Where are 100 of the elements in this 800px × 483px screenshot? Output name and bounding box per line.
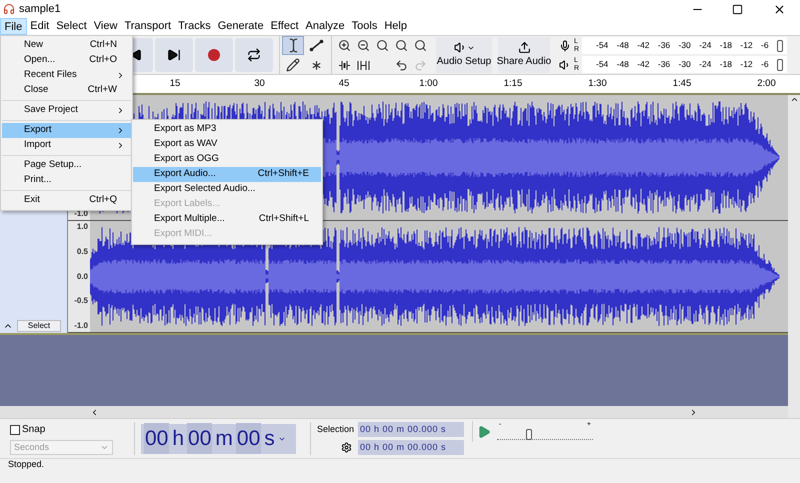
maximize-icon[interactable]: [732, 4, 743, 14]
close-icon[interactable]: [773, 2, 786, 16]
menu-entry[interactable]: Export Audio... Ctrl+Shift+E: [133, 167, 321, 182]
skip-to-end-button[interactable]: [155, 38, 193, 72]
menu-entry[interactable]: Open... Ctrl+O: [2, 53, 131, 68]
magnifier-icon: [376, 38, 389, 52]
meter-scale-label: -42: [637, 58, 650, 71]
horizontal-scrollbar[interactable]: [0, 406, 788, 418]
menu-entry[interactable]: Exit Ctrl+Q: [2, 193, 131, 208]
time-unit: m: [214, 426, 234, 452]
meter-slider-thumb[interactable]: [776, 40, 783, 52]
time-digits: 00: [187, 422, 212, 454]
menu-entry[interactable]: Save Project: [2, 103, 131, 118]
ruler-tick-label: 45: [338, 77, 350, 91]
selection-end-field[interactable]: 00 h 00 m 00.000 s: [358, 440, 464, 455]
menu-item[interactable]: Effect: [267, 18, 302, 35]
record-button[interactable]: [195, 38, 233, 72]
ruler-tick-label: 15: [170, 77, 180, 91]
time-unit: h: [171, 426, 186, 452]
select-tool-button[interactable]: [282, 36, 304, 54]
level-meter[interactable]: -54 -48 -42 -36 -30 -24 -18 -12 -6: [582, 56, 787, 73]
menu-entry[interactable]: Print...: [2, 173, 131, 188]
vertical-scrollbar[interactable]: [788, 95, 800, 418]
meter-scale-label: -24: [699, 58, 712, 71]
magnifier-icon: [395, 38, 408, 52]
speed-slider[interactable]: [497, 428, 593, 440]
scroll-right-icon[interactable]: [689, 408, 698, 416]
status-text: Stopped.: [8, 458, 44, 472]
silence-icon: [357, 60, 370, 70]
menu-item[interactable]: View: [90, 18, 121, 35]
ruler-tick-label: 30: [254, 77, 265, 91]
skip-forward-icon: [167, 48, 181, 62]
menu-entry[interactable]: Import: [2, 138, 131, 153]
meter-slider-thumb[interactable]: [776, 58, 783, 70]
menu-item[interactable]: Edit: [26, 18, 53, 35]
menu-entry[interactable]: Export Multiple... Ctrl+Shift+L: [133, 212, 321, 227]
loop-icon: [247, 48, 261, 62]
ruler-tick-label: 1:45: [672, 77, 692, 91]
menu-item[interactable]: File: [0, 18, 27, 35]
snap-checkbox[interactable]: [10, 424, 20, 434]
meter-scale-label: -36: [658, 58, 670, 71]
menu-item[interactable]: Select: [52, 18, 90, 35]
ruler-tick-label: 1:00: [419, 77, 438, 91]
meter-scale-label: -18: [720, 58, 732, 71]
menu-entry[interactable]: Close Ctrl+W: [2, 83, 131, 98]
meter-scale-label: -30: [678, 58, 691, 71]
undo-icon: [395, 58, 408, 72]
meter-scale-label: -6: [761, 58, 769, 71]
zoom-out-icon: [357, 38, 370, 52]
menu-entry[interactable]: Export Selected Audio...: [133, 182, 321, 197]
scroll-up-icon[interactable]: [790, 95, 798, 104]
menu-item[interactable]: Transport: [120, 18, 175, 35]
meter-scale-label: -18: [720, 39, 732, 52]
time-digits: 00: [236, 422, 262, 454]
loop-button[interactable]: [235, 38, 273, 72]
menu-item[interactable]: Tracks: [174, 18, 214, 35]
window-title: sample1: [19, 2, 61, 17]
share-audio-button[interactable]: Share Audio: [498, 37, 550, 73]
time-digits: 00: [144, 422, 170, 454]
scale-label: 0.5: [76, 246, 88, 258]
trim-icon: [338, 60, 351, 70]
menu-entry[interactable]: Export: [2, 123, 131, 138]
meter-scale-label: -24: [699, 39, 712, 52]
meter-scale-label: -48: [616, 39, 629, 52]
scale-label: -1.0: [74, 320, 88, 332]
play-at-speed-icon[interactable]: [477, 424, 491, 438]
meter-scale-label: -54: [596, 58, 608, 71]
level-meter[interactable]: -54 -48 -42 -36 -30 -24 -18 -12 -6: [582, 37, 787, 54]
menu-entry[interactable]: Export as OGG: [133, 152, 321, 167]
speaker-icon: [454, 41, 466, 54]
menu-entry[interactable]: Page Setup...: [2, 158, 131, 173]
menu-item[interactable]: Generate: [214, 18, 268, 35]
pencil-icon: [286, 58, 300, 72]
scroll-left-icon[interactable]: [90, 408, 99, 416]
scale-label: 0.0: [76, 270, 88, 282]
share-icon: [518, 41, 530, 54]
redo-icon: [414, 58, 427, 72]
meter-scale-label: -48: [616, 58, 629, 71]
menu-entry[interactable]: Export as MP3: [133, 122, 321, 137]
ruler-tick-label: 1:15: [504, 77, 522, 91]
meter-scale-label: -36: [658, 39, 670, 52]
time-display[interactable]: 00 h 00 m 00 s: [141, 424, 296, 454]
slider-thumb[interactable]: [526, 429, 532, 440]
magnifier-icon: [414, 38, 427, 52]
meter-scale-label: -12: [740, 39, 753, 52]
menu-item[interactable]: Analyze: [302, 18, 348, 35]
snap-label: Snap: [22, 423, 46, 437]
selection-start-field[interactable]: 00 h 00 m 00.000 s: [358, 422, 464, 437]
app-icon: [3, 3, 15, 15]
ruler-tick-label: 2:00: [757, 77, 776, 91]
time-unit: s: [263, 426, 276, 452]
settings-icon[interactable]: [341, 442, 352, 453]
menu-item[interactable]: Tools: [348, 18, 381, 35]
meter-scale-label: -6: [761, 39, 769, 52]
audio-setup-button[interactable]: Audio Setup: [436, 37, 492, 73]
meter-scale-label: -30: [678, 39, 691, 52]
menu-entry[interactable]: New Ctrl+N: [2, 38, 131, 53]
menu-entry[interactable]: Export as WAV: [133, 137, 321, 152]
menu-item[interactable]: Help: [380, 18, 410, 35]
select-button[interactable]: Select: [17, 320, 61, 332]
